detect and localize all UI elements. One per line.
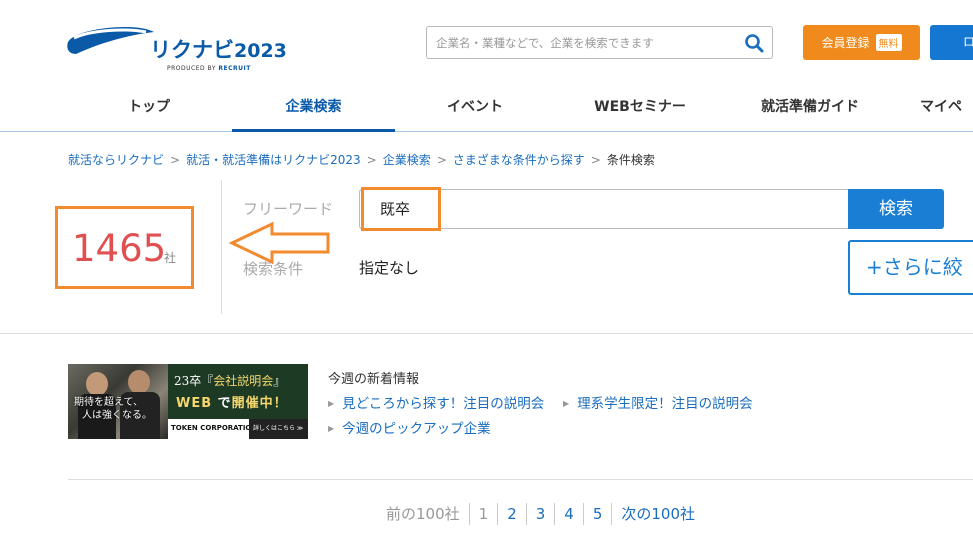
pagination: 前の100社 1 2 3 4 5 次の100社 xyxy=(386,503,704,525)
banner-catchphrase: 期待を超えて、 人は強くなる。 xyxy=(74,397,152,421)
banner-headline: 23卒『会社説明会』 xyxy=(174,374,286,388)
header-search xyxy=(426,26,773,59)
logo-produced-by: PRODUCED BY RECRUIT xyxy=(167,65,251,72)
news-title: 今週の新着情報 xyxy=(328,372,420,387)
nav-mypage[interactable]: マイペ xyxy=(920,86,973,132)
condition-value: 指定なし xyxy=(359,259,420,277)
triangle-icon: ▶ xyxy=(328,424,335,433)
nav-top[interactable]: トップ xyxy=(94,86,204,132)
register-label: 会員登録 xyxy=(821,36,870,50)
breadcrumb: 就活ならリクナビ > 就活・就活準備はリクナビ2023 > 企業検索 > さまざまな条件から… xyxy=(68,153,655,167)
news-link[interactable]: ▶ 理系学生限定！注目の説明会 xyxy=(563,392,753,412)
login-button[interactable]: ロ xyxy=(930,25,973,60)
section-divider xyxy=(0,333,973,334)
search-button[interactable]: 検索 xyxy=(848,189,944,229)
breadcrumb-link[interactable]: 就活ならリクナビ xyxy=(68,153,164,167)
banner-subheadline: WEB で開催中！ xyxy=(176,396,288,411)
nav-web-seminar[interactable]: WEBセミナー xyxy=(580,86,700,132)
news-link[interactable]: ▶ 今週のピックアップ企業 xyxy=(328,417,491,437)
nav-events[interactable]: イベント xyxy=(420,86,530,132)
pager-prev: 前の100社 xyxy=(386,505,460,523)
result-count: 1465 xyxy=(72,227,167,270)
logo-swoosh-icon xyxy=(67,27,154,54)
nav-job-guide[interactable]: 就活準備ガイド xyxy=(740,86,880,132)
vertical-divider xyxy=(221,180,222,314)
banner-more-link[interactable]: 詳しくはこちら ≫ xyxy=(249,419,308,439)
breadcrumb-current: 条件検索 xyxy=(606,153,655,167)
pager-page[interactable]: 3 xyxy=(525,503,555,525)
breadcrumb-link[interactable]: 就活・就活準備はリクナビ2023 xyxy=(186,153,361,167)
breadcrumb-link[interactable]: 企業検索 xyxy=(383,153,431,167)
section-divider xyxy=(68,479,973,480)
pager-next[interactable]: 次の100社 xyxy=(611,503,704,525)
result-count-unit: 社 xyxy=(164,251,177,265)
search-icon[interactable] xyxy=(744,33,764,53)
header-search-input[interactable] xyxy=(436,34,736,52)
main-nav: トップ 企業検索 イベント WEBセミナー 就活準備ガイド マイペ xyxy=(80,86,973,132)
seminar-banner[interactable]: 期待を超えて、 人は強くなる。 23卒『会社説明会』 WEB で開催中！ TOK… xyxy=(68,364,308,439)
banner-brand: TOKEN CORPORATION xyxy=(171,424,258,432)
nav-divider xyxy=(0,131,973,132)
free-tag: 無料 xyxy=(875,34,902,51)
condition-label: 検索条件 xyxy=(243,260,304,278)
logo-text: リクナビ2023 xyxy=(150,38,287,62)
refine-button[interactable]: +さらに絞 xyxy=(848,240,973,295)
pager-page[interactable]: 2 xyxy=(497,503,526,525)
pager-page[interactable]: 4 xyxy=(554,503,583,525)
triangle-icon: ▶ xyxy=(563,399,570,408)
register-button[interactable]: 会員登録 無料 xyxy=(803,25,920,60)
pager-page[interactable]: 5 xyxy=(582,503,612,525)
result-count-highlight: 1465 社 xyxy=(55,206,194,289)
page: リクナビ2023 PRODUCED BY RECRUIT 会員登録 無料 ロ ト… xyxy=(0,0,973,547)
rikunabi-logo[interactable]: リクナビ2023 PRODUCED BY RECRUIT xyxy=(66,22,287,76)
breadcrumb-link[interactable]: さまざまな条件から探す xyxy=(453,153,585,167)
news-link[interactable]: ▶ 見どころから探す！注目の説明会 xyxy=(328,392,544,412)
nav-company-search[interactable]: 企業検索 xyxy=(232,86,395,132)
triangle-icon: ▶ xyxy=(328,399,335,408)
freeword-label: フリーワード xyxy=(243,200,334,218)
pager-page-current: 1 xyxy=(468,503,498,525)
freeword-input[interactable]: 既卒 xyxy=(359,189,849,229)
